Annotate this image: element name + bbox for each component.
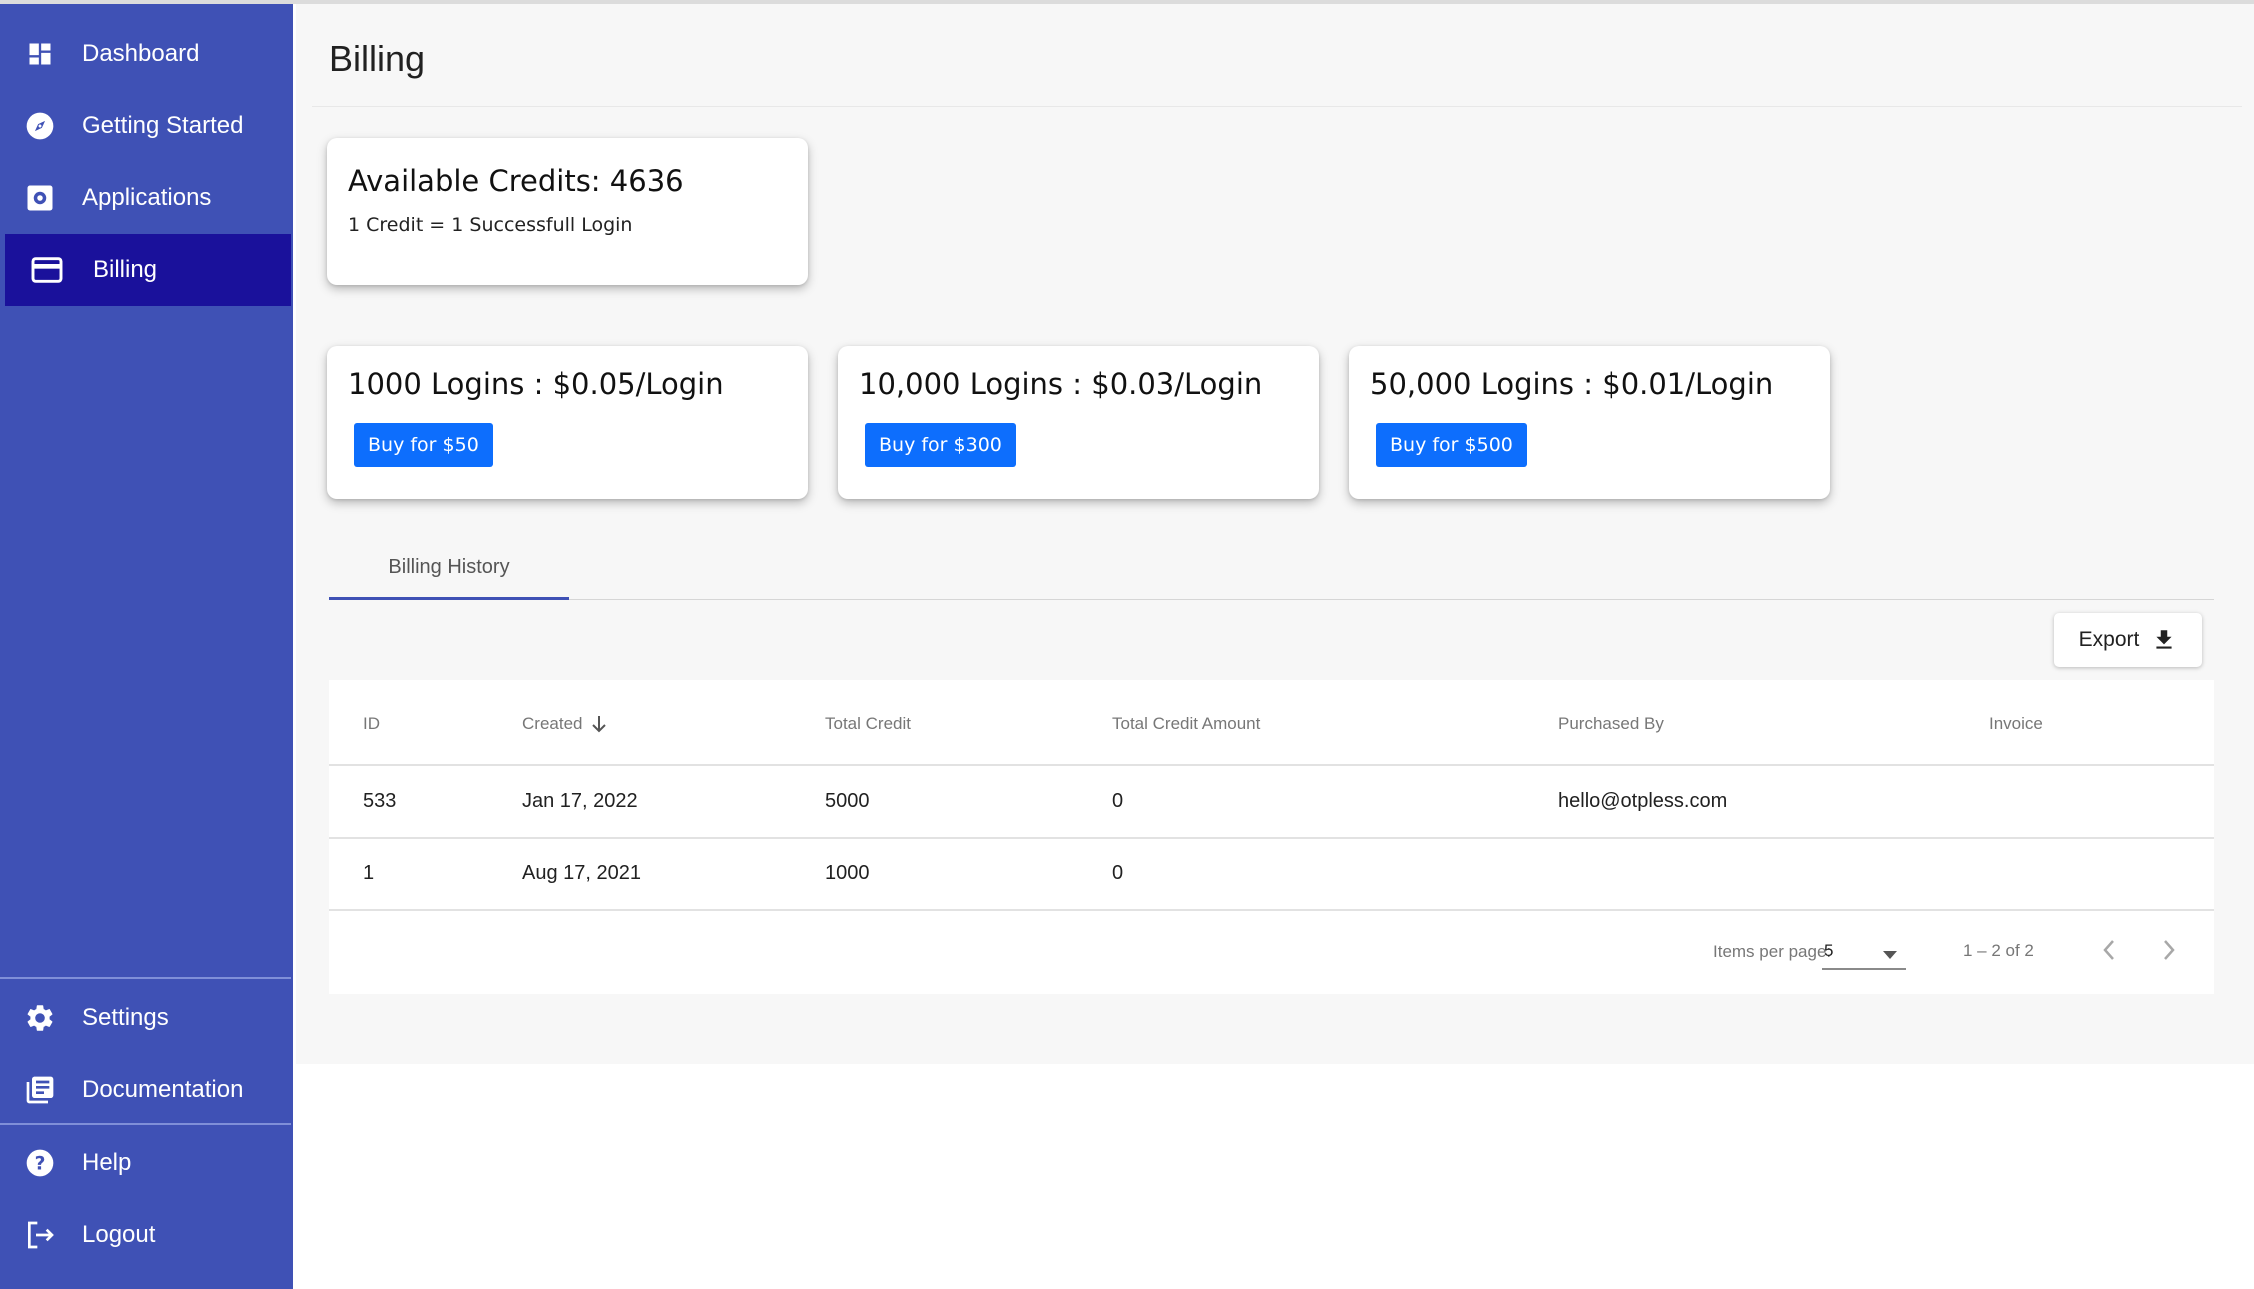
buy-50-button[interactable]: Buy for $50 <box>354 423 493 467</box>
row-divider <box>329 837 2214 839</box>
row-divider <box>329 764 2214 766</box>
buy-500-button[interactable]: Buy for $500 <box>1376 423 1527 467</box>
credit-card-icon <box>31 254 63 286</box>
plan-card-10000: 10,000 Logins : $0.03/Login Buy for $300 <box>838 346 1319 499</box>
column-header-total-credit[interactable]: Total Credit <box>825 714 911 734</box>
buy-300-button[interactable]: Buy for $300 <box>865 423 1016 467</box>
cell-id: 1 <box>363 862 375 884</box>
sidebar-item-logout[interactable]: Logout <box>0 1199 291 1271</box>
column-header-total-credit-amount[interactable]: Total Credit Amount <box>1112 714 1260 734</box>
sidebar: Dashboard Getting Started Applications B… <box>0 4 293 1289</box>
sidebar-item-label: Billing <box>93 256 158 283</box>
sidebar-item-billing[interactable]: Billing <box>5 234 291 306</box>
page-size-select[interactable]: 5 <box>1822 934 1906 970</box>
cell-created: Jan 17, 2022 <box>522 790 638 812</box>
cell-total-credit-amount: 0 <box>1112 862 1124 884</box>
sidebar-item-label: Logout <box>82 1221 156 1248</box>
logout-icon <box>24 1219 56 1251</box>
title-divider <box>312 106 2242 107</box>
available-credits-title: Available Credits: 4636 <box>348 164 684 198</box>
cell-total-credit-amount: 0 <box>1112 790 1124 812</box>
tab-billing-history[interactable]: Billing History <box>329 534 569 600</box>
previous-page-button[interactable] <box>2089 930 2129 970</box>
gear-icon <box>24 1002 56 1034</box>
cell-id: 533 <box>363 790 397 812</box>
plan-title: 1000 Logins : $0.05/Login <box>348 367 724 401</box>
arrow-down-icon <box>590 714 608 734</box>
cell-total-credit: 5000 <box>825 790 870 812</box>
sidebar-item-label: Documentation <box>82 1076 244 1103</box>
tab-bar-divider <box>329 599 2214 600</box>
cell-total-credit: 1000 <box>825 862 870 884</box>
column-header-purchased-by[interactable]: Purchased By <box>1558 714 1664 734</box>
plan-card-50000: 50,000 Logins : $0.01/Login Buy for $500 <box>1349 346 1830 499</box>
main-content: Billing Available Credits: 4636 1 Credit… <box>296 4 2254 1064</box>
page-title: Billing <box>329 38 426 79</box>
sidebar-item-label: Help <box>82 1149 132 1176</box>
sidebar-divider <box>0 977 291 979</box>
sidebar-item-label: Dashboard <box>82 40 200 67</box>
next-page-button[interactable] <box>2149 930 2189 970</box>
page-size-value: 5 <box>1824 941 1834 960</box>
billing-history-table: ID Created Total Credit Total Credit Amo… <box>329 680 2214 994</box>
sidebar-divider <box>0 1123 291 1125</box>
cell-created: Aug 17, 2021 <box>522 862 641 884</box>
download-icon <box>2151 627 2177 653</box>
sidebar-item-getting-started[interactable]: Getting Started <box>0 90 291 162</box>
sidebar-item-label: Applications <box>82 184 212 211</box>
plan-card-1000: 1000 Logins : $0.05/Login Buy for $50 <box>327 346 808 499</box>
active-tab-indicator <box>329 597 569 600</box>
sidebar-item-label: Settings <box>82 1004 169 1031</box>
app-settings-icon <box>24 182 56 214</box>
column-header-invoice[interactable]: Invoice <box>1989 714 2043 734</box>
help-icon: ? <box>24 1147 56 1179</box>
items-per-page-label: Items per page: <box>1713 942 1832 961</box>
compass-icon <box>24 110 56 142</box>
chevron-left-icon <box>2100 938 2118 962</box>
plan-title: 10,000 Logins : $0.03/Login <box>859 367 1263 401</box>
available-credits-card: Available Credits: 4636 1 Credit = 1 Suc… <box>327 138 808 285</box>
export-label: Export <box>2078 628 2140 651</box>
column-header-created[interactable]: Created <box>522 714 608 734</box>
library-books-icon <box>24 1074 56 1106</box>
sidebar-item-documentation[interactable]: Documentation <box>0 1054 291 1126</box>
sidebar-item-label: Getting Started <box>82 112 244 139</box>
export-button[interactable]: Export <box>2054 613 2202 667</box>
sidebar-item-settings[interactable]: Settings <box>0 982 291 1054</box>
plan-title: 50,000 Logins : $0.01/Login <box>1370 367 1774 401</box>
sidebar-item-help[interactable]: ? Help <box>0 1127 291 1199</box>
chevron-down-icon <box>1882 947 1898 965</box>
credits-rate-note: 1 Credit = 1 Successfull Login <box>348 214 633 236</box>
cell-purchased-by: hello@otpless.com <box>1558 790 1728 812</box>
svg-text:?: ? <box>35 1154 46 1175</box>
column-header-id[interactable]: ID <box>363 714 380 734</box>
sidebar-item-applications[interactable]: Applications <box>0 162 291 234</box>
column-header-label: Created <box>522 714 583 733</box>
sidebar-item-dashboard[interactable]: Dashboard <box>0 18 291 90</box>
chevron-right-icon <box>2160 938 2178 962</box>
row-divider <box>329 909 2214 911</box>
dashboard-icon <box>24 38 56 70</box>
page-range-label: 1 – 2 of 2 <box>1963 941 2034 960</box>
